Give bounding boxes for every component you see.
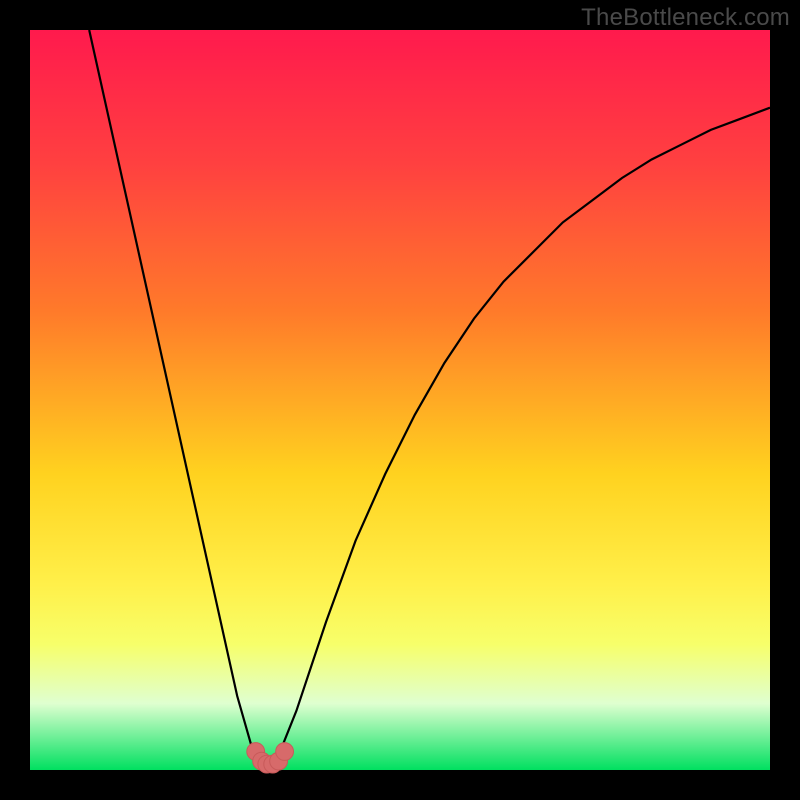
valley-marker [276,743,294,761]
valley-markers-group [247,743,294,773]
bottleneck-curve [89,30,770,766]
watermark-text: TheBottleneck.com [581,4,790,32]
chart-svg [30,30,770,770]
chart-frame: TheBottleneck.com [0,0,800,800]
plot-area [30,30,770,770]
